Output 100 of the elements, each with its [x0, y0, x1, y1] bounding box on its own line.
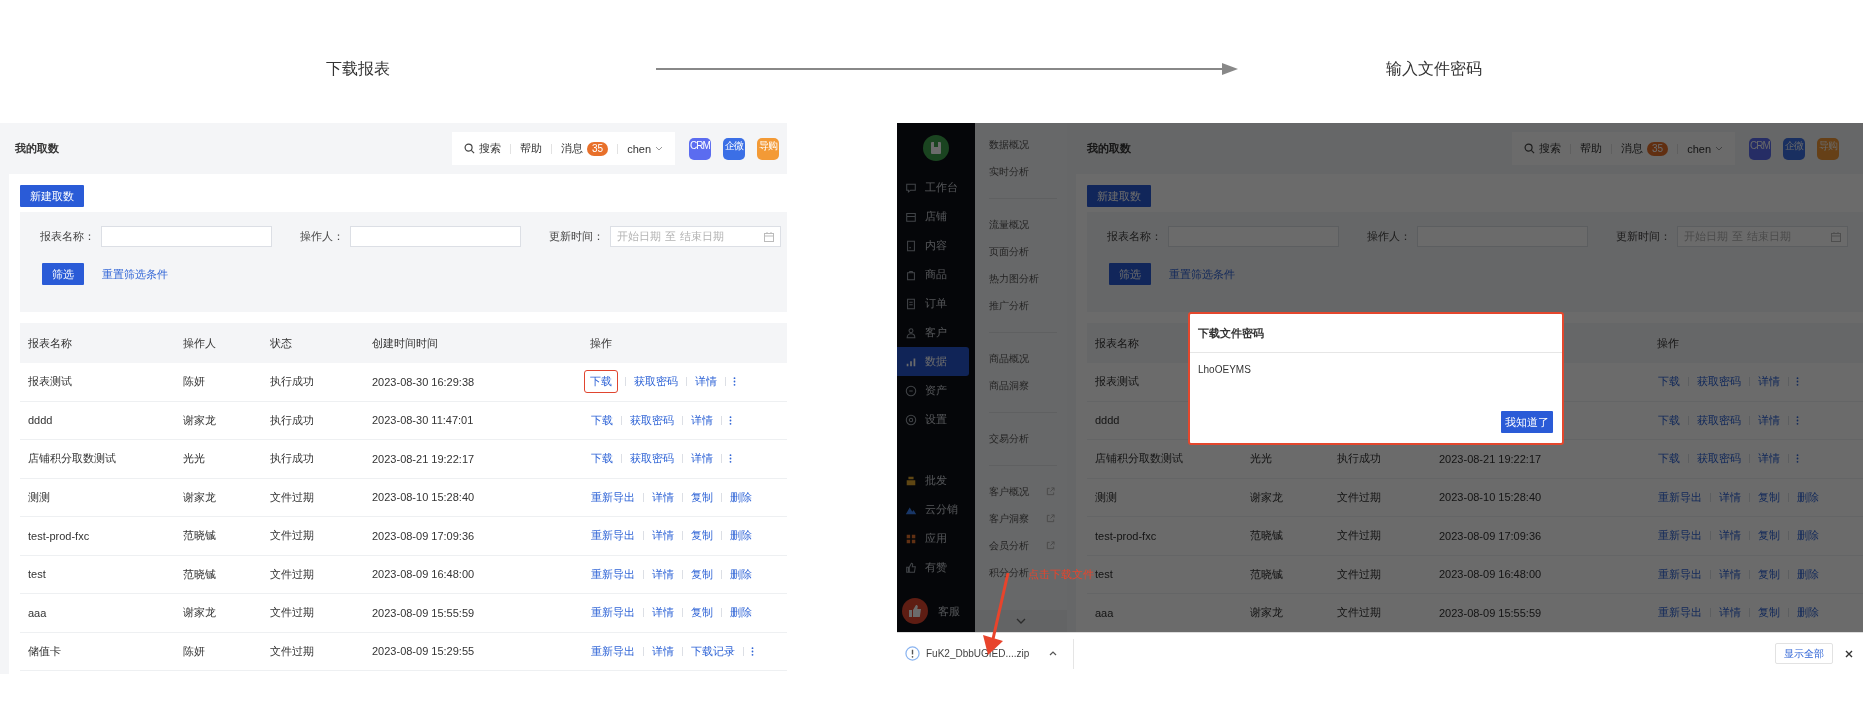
more-icon[interactable] [729, 454, 732, 464]
sidebar-item[interactable]: 内容 [897, 231, 969, 260]
action-link[interactable]: 获取密码 [629, 408, 675, 432]
action-link[interactable]: 下载 [590, 408, 614, 432]
action-link[interactable]: 详情 [690, 447, 714, 471]
sidebar-item[interactable]: 订单 [897, 289, 969, 318]
action-link[interactable]: 重新导出 [590, 639, 636, 663]
action-link[interactable]: 详情 [1757, 408, 1781, 432]
thumbs-up-icon[interactable] [902, 598, 928, 624]
action-link[interactable]: 详情 [1757, 447, 1781, 471]
date-range-field[interactable]: 开始日期 至 结束日期 [610, 226, 781, 247]
sidebar-item[interactable]: 工作台 [897, 173, 969, 202]
messages-button[interactable]: 消息 35 [1621, 141, 1669, 156]
new-button[interactable]: 新建取数 [20, 185, 84, 207]
action-link[interactable]: 删除 [1796, 562, 1820, 586]
search-button[interactable]: 搜索 [1524, 141, 1561, 156]
action-link[interactable]: 详情 [694, 370, 718, 394]
action-link[interactable]: 详情 [651, 639, 675, 663]
search-button[interactable]: 搜索 [464, 141, 501, 156]
action-link[interactable]: 重新导出 [1657, 524, 1703, 548]
app-icon[interactable]: CRM [689, 137, 711, 160]
close-icon[interactable] [1845, 649, 1853, 658]
help-link[interactable]: 帮助 [520, 141, 542, 156]
sidebar-item[interactable]: 店铺 [897, 202, 969, 231]
reset-filters-link[interactable]: 重置筛选条件 [102, 266, 168, 282]
action-link[interactable]: 复制 [1757, 524, 1781, 548]
sidebar-item[interactable]: 云分销 [897, 495, 969, 524]
action-link[interactable]: 复制 [1757, 601, 1781, 625]
action-link[interactable]: 详情 [651, 562, 675, 586]
submenu-item[interactable]: 流量概况 [989, 211, 1029, 238]
text-input-field[interactable] [350, 226, 521, 247]
action-link[interactable]: 复制 [1757, 562, 1781, 586]
action-link[interactable]: 详情 [651, 601, 675, 625]
sidebar-item[interactable]: 应用 [897, 524, 969, 553]
more-icon[interactable] [1796, 415, 1799, 425]
action-link[interactable]: 下载 [1657, 370, 1681, 394]
filter-button[interactable]: 筛选 [42, 263, 84, 285]
action-link[interactable]: 删除 [729, 562, 753, 586]
user-menu[interactable]: chen [1687, 142, 1723, 155]
action-link[interactable]: 重新导出 [1657, 485, 1703, 509]
action-link[interactable]: 获取密码 [629, 447, 675, 471]
action-link[interactable]: 详情 [651, 485, 675, 509]
chevron-up-icon[interactable] [1049, 651, 1058, 656]
app-icon[interactable]: 导购 [1817, 137, 1839, 160]
action-link[interactable]: 获取密码 [1696, 408, 1742, 432]
action-link[interactable]: 详情 [1718, 524, 1742, 548]
action-link[interactable]: 删除 [1796, 485, 1820, 509]
sidebar-item[interactable]: 批发 [897, 466, 969, 495]
action-link[interactable]: 详情 [1718, 485, 1742, 509]
more-icon[interactable] [1796, 377, 1799, 387]
more-icon[interactable] [733, 377, 736, 387]
action-link[interactable]: 下载 [590, 447, 614, 471]
more-icon[interactable] [729, 415, 732, 425]
app-icon[interactable]: 企微 [1783, 137, 1805, 160]
action-link[interactable]: 删除 [1796, 601, 1820, 625]
new-button[interactable]: 新建取数 [1087, 185, 1151, 207]
action-link[interactable]: 复制 [690, 562, 714, 586]
action-link[interactable]: 详情 [1757, 370, 1781, 394]
sidebar-item[interactable]: 商品 [897, 260, 969, 289]
action-link[interactable]: 复制 [690, 524, 714, 548]
action-link[interactable]: 获取密码 [1696, 447, 1742, 471]
action-link[interactable]: 下载 [584, 370, 618, 394]
show-all-button[interactable]: 显示全部 [1775, 643, 1833, 664]
action-link[interactable]: 获取密码 [1696, 370, 1742, 394]
action-link[interactable]: 重新导出 [1657, 601, 1703, 625]
sidebar-item[interactable]: 设置 [897, 405, 969, 434]
sidebar-item[interactable]: 数据 [897, 347, 969, 376]
action-link[interactable]: 下载记录 [690, 639, 736, 663]
action-link[interactable]: 复制 [1757, 485, 1781, 509]
app-icon[interactable]: 导购 [757, 137, 779, 160]
action-link[interactable]: 重新导出 [1657, 562, 1703, 586]
confirm-button[interactable]: 我知道了 [1501, 411, 1553, 433]
app-icon[interactable]: CRM [1749, 137, 1771, 160]
file-name[interactable]: FuK2_DbbUGIED....zip [926, 648, 1030, 659]
sidebar-item[interactable]: 资产 [897, 376, 969, 405]
action-link[interactable]: 详情 [651, 524, 675, 548]
action-link[interactable]: 删除 [1796, 524, 1820, 548]
submenu-item[interactable]: 客户洞察 [975, 505, 1067, 532]
action-link[interactable]: 复制 [690, 601, 714, 625]
submenu-item[interactable]: 客户概况 [975, 478, 1067, 505]
action-link[interactable]: 详情 [1718, 562, 1742, 586]
action-link[interactable]: 复制 [690, 485, 714, 509]
more-icon[interactable] [1796, 454, 1799, 464]
support-label[interactable]: 客服 [938, 603, 960, 619]
help-link[interactable]: 帮助 [1580, 141, 1602, 156]
action-link[interactable]: 重新导出 [590, 562, 636, 586]
app-icon[interactable]: 企微 [723, 137, 745, 160]
action-link[interactable]: 重新导出 [590, 524, 636, 548]
user-menu[interactable]: chen [627, 142, 663, 155]
reset-filters-link[interactable]: 重置筛选条件 [1169, 266, 1235, 282]
action-link[interactable]: 删除 [729, 485, 753, 509]
sidebar-item[interactable]: 客户 [897, 318, 969, 347]
submenu-item[interactable]: 数据概况 [989, 131, 1029, 158]
action-link[interactable]: 删除 [729, 524, 753, 548]
action-link[interactable]: 下载 [1657, 447, 1681, 471]
messages-button[interactable]: 消息 35 [561, 141, 609, 156]
action-link[interactable]: 下载 [1657, 408, 1681, 432]
action-link[interactable]: 详情 [1718, 601, 1742, 625]
action-link[interactable]: 删除 [729, 601, 753, 625]
action-link[interactable]: 详情 [690, 408, 714, 432]
